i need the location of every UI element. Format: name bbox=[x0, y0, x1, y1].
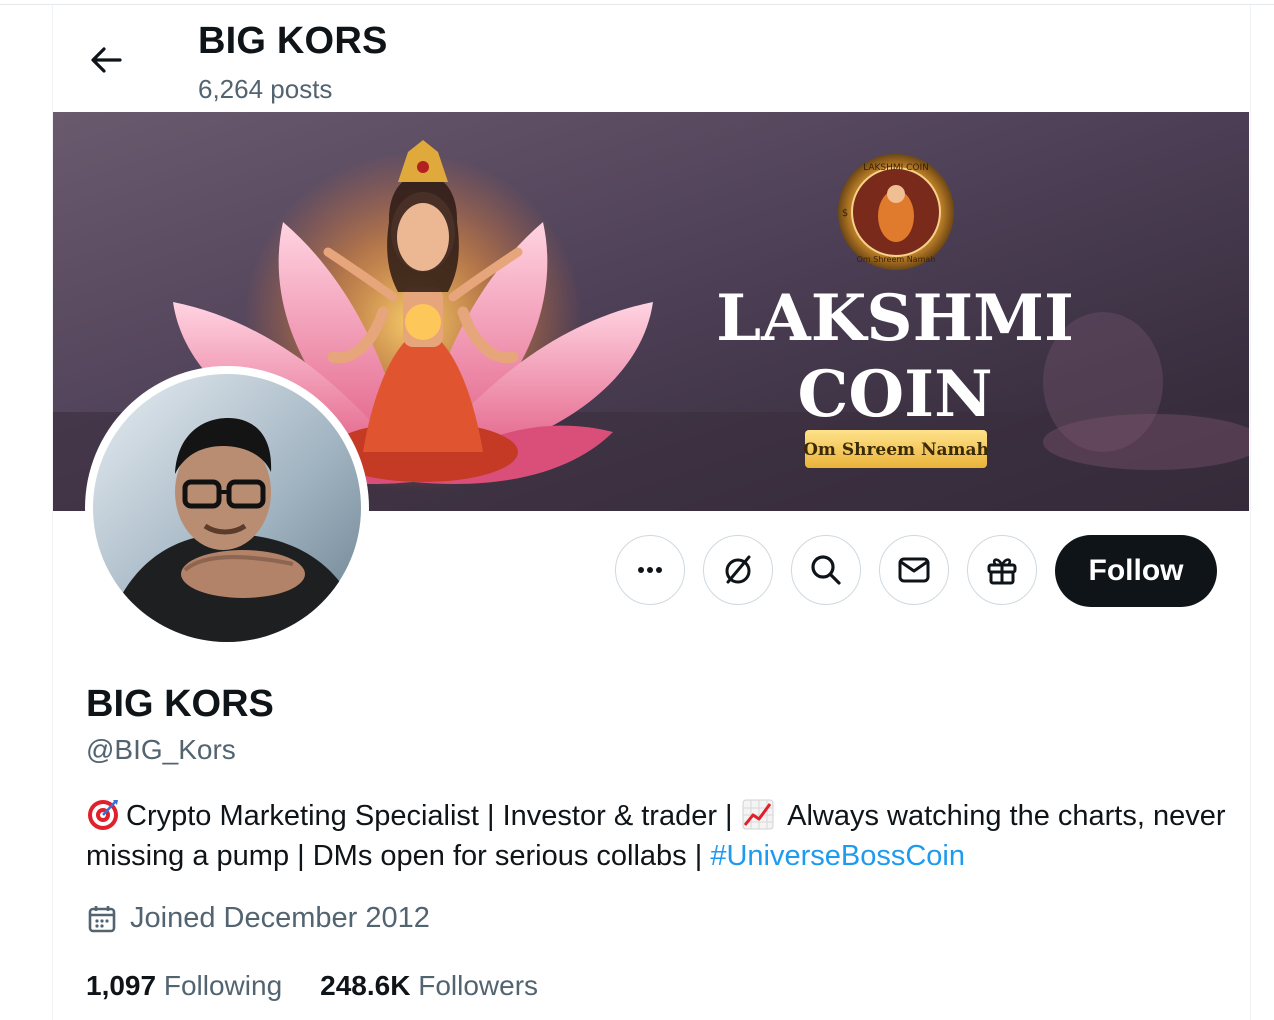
search-button[interactable] bbox=[791, 535, 861, 605]
target-emoji-icon bbox=[88, 800, 118, 830]
banner-title-line1: LAKSHMI bbox=[716, 281, 1074, 356]
avatar[interactable] bbox=[85, 366, 369, 650]
calendar-icon bbox=[88, 905, 116, 932]
joined-text: Joined December 2012 bbox=[130, 902, 430, 934]
more-dots-icon bbox=[638, 567, 662, 573]
emblem-text-bottom: Om Shreem Namah bbox=[857, 255, 936, 264]
header-title: BIG KORS bbox=[198, 20, 388, 62]
bio-hashtag-link[interactable]: #UniverseBossCoin bbox=[710, 840, 965, 872]
post-count: 6,264 posts bbox=[198, 74, 333, 104]
envelope-icon bbox=[898, 557, 930, 583]
user-handle: @BIG_Kors bbox=[86, 734, 236, 765]
emblem-text-side: $ bbox=[842, 208, 848, 219]
following-label: Following bbox=[163, 970, 283, 1001]
grok-icon bbox=[725, 555, 751, 584]
follow-stats: 1,097 Following 248.6K Followers bbox=[86, 970, 576, 1002]
gift-icon bbox=[987, 558, 1017, 585]
more-button[interactable] bbox=[615, 535, 685, 605]
search-icon bbox=[811, 555, 841, 585]
emblem-text-top: LAKSHMI COIN bbox=[863, 163, 929, 173]
banner-title-line2: COIN bbox=[797, 357, 992, 432]
following-count: 1,097 bbox=[86, 970, 157, 1001]
joined-date: Joined December 2012 bbox=[86, 902, 430, 935]
bio-text-1: Crypto Marketing Specialist | Investor &… bbox=[126, 800, 741, 832]
bio: Crypto Marketing Specialist | Investor &… bbox=[86, 796, 1226, 876]
follow-button[interactable]: Follow bbox=[1055, 535, 1217, 607]
arrow-left-icon[interactable] bbox=[86, 40, 126, 80]
display-name: BIG KORS bbox=[86, 683, 274, 725]
gift-button[interactable] bbox=[967, 535, 1037, 605]
chart-increasing-emoji-icon bbox=[742, 799, 774, 830]
message-button[interactable] bbox=[879, 535, 949, 605]
followers-label: Followers bbox=[418, 970, 539, 1001]
grok-button[interactable] bbox=[703, 535, 773, 605]
followers-count: 248.6K bbox=[320, 970, 411, 1001]
followers-link[interactable]: 248.6K Followers bbox=[320, 970, 538, 1002]
banner-tagline: Om Shreem Namah bbox=[803, 440, 989, 460]
following-link[interactable]: 1,097 Following bbox=[86, 970, 282, 1002]
